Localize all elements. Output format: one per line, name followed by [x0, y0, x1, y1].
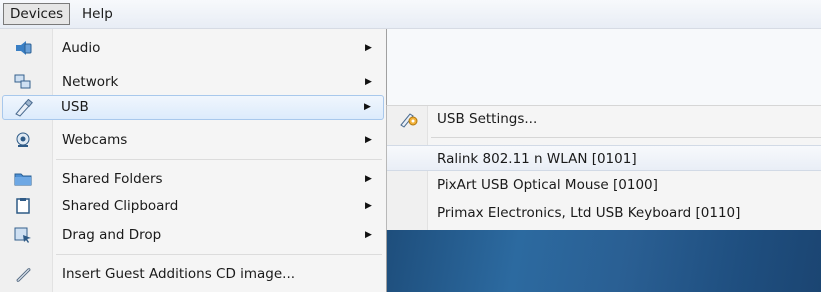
- usb-device-label: Primax Electronics, Ltd USB Keyboard [01…: [437, 205, 741, 221]
- menu-item-network[interactable]: Network ▶: [2, 70, 384, 95]
- submenu-arrow-icon: ▶: [365, 135, 372, 145]
- menu-item-drag-and-drop[interactable]: Drag and Drop ▶: [2, 223, 384, 248]
- devices-menu: Audio ▶ Network ▶ USB ▶ Webcams ▶ Shared…: [0, 29, 387, 292]
- menubar: Devices Help: [0, 0, 821, 29]
- audio-icon: [14, 40, 32, 56]
- usb-device-item[interactable]: PixArt USB Optical Mouse [0100]: [387, 172, 821, 198]
- menu-item-label: Drag and Drop: [62, 227, 162, 243]
- submenu-arrow-icon: ▶: [365, 77, 372, 87]
- menu-item-label: USB: [61, 99, 89, 115]
- network-icon: [14, 74, 32, 90]
- usb-submenu: USB Settings... Ralink 802.11 n WLAN [01…: [386, 105, 821, 230]
- menu-item-webcams[interactable]: Webcams ▶: [2, 128, 384, 153]
- usb-icon: [13, 98, 33, 117]
- usb-settings-item[interactable]: USB Settings...: [387, 106, 821, 132]
- menu-item-usb[interactable]: USB ▶: [2, 95, 384, 120]
- usb-device-item[interactable]: Primax Electronics, Ltd USB Keyboard [01…: [387, 200, 821, 226]
- usb-device-item[interactable]: Ralink 802.11 n WLAN [0101]: [387, 145, 821, 171]
- menu-item-label: Shared Clipboard: [62, 198, 179, 214]
- clipboard-icon: [14, 198, 32, 214]
- submenu-arrow-icon: ▶: [364, 102, 371, 112]
- usb-settings-label: USB Settings...: [437, 111, 538, 127]
- menu-separator: [56, 254, 382, 255]
- menu-item-label: Audio: [62, 40, 101, 56]
- submenu-separator: [431, 137, 821, 138]
- menu-item-audio[interactable]: Audio ▶: [2, 36, 384, 61]
- submenu-arrow-icon: ▶: [365, 230, 372, 240]
- webcam-icon: [14, 132, 32, 148]
- usb-device-label: PixArt USB Optical Mouse [0100]: [437, 177, 658, 193]
- menu-item-label: Webcams: [62, 132, 128, 148]
- usb-device-label: Ralink 802.11 n WLAN [0101]: [437, 151, 637, 167]
- folder-icon: [14, 171, 32, 187]
- submenu-arrow-icon: ▶: [365, 201, 372, 211]
- submenu-arrow-icon: ▶: [365, 174, 372, 184]
- menu-item-shared-folders[interactable]: Shared Folders ▶: [2, 167, 384, 192]
- menu-item-label: Insert Guest Additions CD image...: [62, 266, 296, 282]
- menu-item-label: Shared Folders: [62, 171, 163, 187]
- cd-icon: [14, 266, 32, 282]
- menu-item-insert-guest-additions[interactable]: Insert Guest Additions CD image...: [2, 262, 384, 287]
- submenu-arrow-icon: ▶: [365, 43, 372, 53]
- menu-icon-gutter: [0, 29, 53, 292]
- menu-item-label: Network: [62, 74, 119, 90]
- menu-devices[interactable]: Devices: [3, 3, 71, 25]
- menu-item-shared-clipboard[interactable]: Shared Clipboard ▶: [2, 194, 384, 219]
- menu-separator: [56, 159, 382, 160]
- menu-help[interactable]: Help: [76, 4, 119, 24]
- usb-settings-icon: [399, 110, 419, 128]
- drag-drop-icon: [14, 227, 32, 243]
- guest-desktop: [387, 229, 821, 292]
